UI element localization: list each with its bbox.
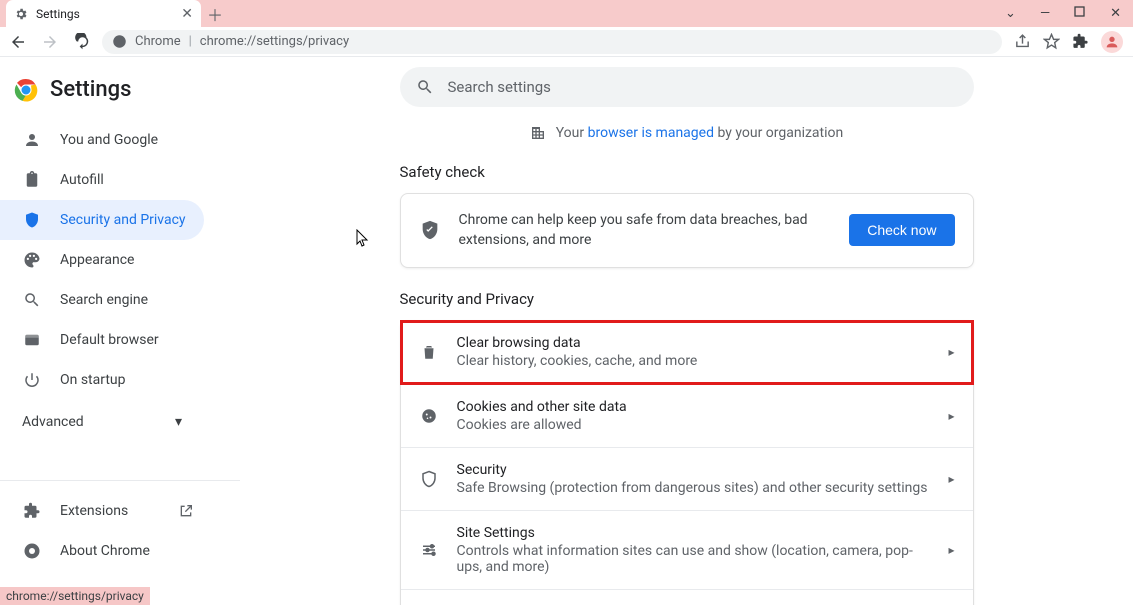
- row-title: Clear browsing data: [457, 335, 931, 351]
- search-placeholder: Search settings: [448, 78, 551, 96]
- new-tab-button[interactable]: ＋: [201, 2, 229, 26]
- row-subtitle: Controls what information sites can use …: [457, 543, 931, 575]
- sidebar-item-label: Default browser: [60, 332, 159, 348]
- row-title: Security: [457, 462, 931, 478]
- row-subtitle: Cookies are allowed: [457, 417, 931, 433]
- omnibox-url: chrome://settings/privacy: [200, 34, 349, 49]
- safety-check-card: Chrome can help keep you safe from data …: [400, 193, 974, 268]
- sidebar-item-autofill[interactable]: Autofill: [0, 160, 204, 200]
- omnibox-origin: Chrome: [135, 34, 181, 49]
- row-subtitle: Clear history, cookies, cache, and more: [457, 353, 931, 369]
- browser-toolbar: Chrome | chrome://settings/privacy: [0, 27, 1133, 57]
- search-settings-input[interactable]: Search settings: [400, 67, 974, 107]
- palette-icon: [22, 251, 42, 269]
- gear-icon: [14, 7, 28, 21]
- sidebar-item-label: You and Google: [60, 132, 158, 148]
- sidebar-item-default-browser[interactable]: Default browser: [0, 320, 204, 360]
- safety-text: Chrome can help keep you safe from data …: [459, 210, 832, 251]
- chevron-right-icon: ▸: [948, 345, 954, 359]
- search-icon: [22, 291, 42, 309]
- safety-check-heading: Safety check: [400, 163, 974, 181]
- settings-sidebar: Settings You and Google Autofill Securit…: [0, 57, 240, 605]
- advanced-label: Advanced: [22, 414, 84, 430]
- security-privacy-card: Clear browsing data Clear history, cooki…: [400, 320, 974, 605]
- page-title: Settings: [50, 77, 131, 102]
- managed-link[interactable]: browser is managed: [588, 125, 714, 141]
- sliders-icon: [419, 541, 439, 559]
- tab-title: Settings: [36, 7, 80, 21]
- sidebar-item-label: Search engine: [60, 292, 148, 308]
- sidebar-item-label: Security and Privacy: [60, 212, 186, 228]
- sidebar-item-you-and-google[interactable]: You and Google: [0, 120, 204, 160]
- shield-icon: [22, 211, 42, 229]
- power-icon: [22, 371, 42, 389]
- sidebar-item-label: On startup: [60, 372, 126, 388]
- sidebar-bottom: Extensions About Chrome: [0, 480, 240, 571]
- check-now-button[interactable]: Check now: [849, 214, 954, 246]
- sidebar-item-label: Appearance: [60, 252, 134, 268]
- sidebar-item-search-engine[interactable]: Search engine: [0, 280, 204, 320]
- row-title: Site Settings: [457, 525, 931, 541]
- sidebar-item-appearance[interactable]: Appearance: [0, 240, 204, 280]
- managed-banner: Your browser is managed by your organiza…: [530, 125, 844, 141]
- row-cookies[interactable]: Cookies and other site data Cookies are …: [401, 384, 973, 447]
- row-subtitle: Safe Browsing (protection from dangerous…: [457, 480, 931, 496]
- search-icon: [416, 78, 434, 96]
- sidebar-item-extensions[interactable]: Extensions: [0, 491, 204, 531]
- browser-tab[interactable]: Settings ✕: [6, 0, 201, 27]
- shield-check-icon: [419, 219, 441, 241]
- minimize-icon[interactable]: ―: [1040, 6, 1050, 21]
- share-icon[interactable]: [1014, 33, 1031, 50]
- forward-button[interactable]: [38, 30, 62, 54]
- bookmark-icon[interactable]: [1043, 33, 1060, 50]
- page-body: Settings You and Google Autofill Securit…: [0, 57, 1133, 605]
- shield-icon: [419, 470, 439, 488]
- row-site-settings[interactable]: Site Settings Controls what information …: [401, 510, 973, 589]
- puzzle-icon: [22, 502, 42, 520]
- sidebar-item-about-chrome[interactable]: About Chrome: [0, 531, 204, 571]
- toolbar-right: [1010, 31, 1127, 53]
- chevron-down-icon[interactable]: ⌄: [1005, 6, 1016, 21]
- omnibox-separator: |: [189, 34, 192, 49]
- tab-strip: Settings ✕ ＋ ⌄ ― ✕: [0, 0, 1133, 27]
- close-icon[interactable]: ✕: [181, 6, 193, 22]
- open-external-icon: [178, 503, 194, 519]
- caret-down-icon: ▾: [175, 414, 182, 430]
- row-security[interactable]: Security Safe Browsing (protection from …: [401, 447, 973, 510]
- reload-button[interactable]: [70, 30, 94, 54]
- sidebar-item-on-startup[interactable]: On startup: [0, 360, 204, 400]
- status-bar: chrome://settings/privacy: [0, 587, 150, 605]
- trash-icon: [419, 343, 439, 361]
- sidebar-item-label: About Chrome: [60, 543, 150, 559]
- back-button[interactable]: [6, 30, 30, 54]
- settings-content: Search settings Your browser is managed …: [240, 57, 1133, 605]
- sidebar-item-label: Extensions: [60, 503, 128, 519]
- maximize-icon[interactable]: [1074, 6, 1086, 21]
- browser-icon: [22, 331, 42, 349]
- row-clear-browsing-data[interactable]: Clear browsing data Clear history, cooki…: [401, 321, 973, 384]
- chevron-right-icon: ▸: [948, 543, 954, 557]
- building-icon: [530, 125, 546, 141]
- clipboard-icon: [22, 171, 42, 189]
- chevron-right-icon: ▸: [948, 409, 954, 423]
- chevron-right-icon: ▸: [948, 472, 954, 486]
- chrome-logo-icon: [14, 78, 38, 102]
- row-privacy-sandbox[interactable]: Privacy Sandbox: [401, 589, 973, 605]
- row-title: Cookies and other site data: [457, 399, 931, 415]
- profile-avatar[interactable]: [1101, 31, 1123, 53]
- brand: Settings: [0, 73, 240, 120]
- chrome-icon: [22, 542, 42, 560]
- site-info-icon[interactable]: [112, 34, 127, 49]
- address-bar[interactable]: Chrome | chrome://settings/privacy: [102, 30, 1002, 54]
- window-close-icon[interactable]: ✕: [1110, 6, 1121, 21]
- security-privacy-heading: Security and Privacy: [400, 290, 974, 308]
- sidebar-item-security-privacy[interactable]: Security and Privacy: [0, 200, 204, 240]
- sidebar-item-label: Autofill: [60, 172, 104, 188]
- person-icon: [22, 131, 42, 149]
- managed-text: Your browser is managed by your organiza…: [556, 125, 844, 141]
- window-controls: ⌄ ― ✕: [1005, 6, 1133, 21]
- cookie-icon: [419, 407, 439, 425]
- sidebar-advanced[interactable]: Advanced ▾: [0, 400, 204, 444]
- extensions-icon[interactable]: [1072, 33, 1089, 50]
